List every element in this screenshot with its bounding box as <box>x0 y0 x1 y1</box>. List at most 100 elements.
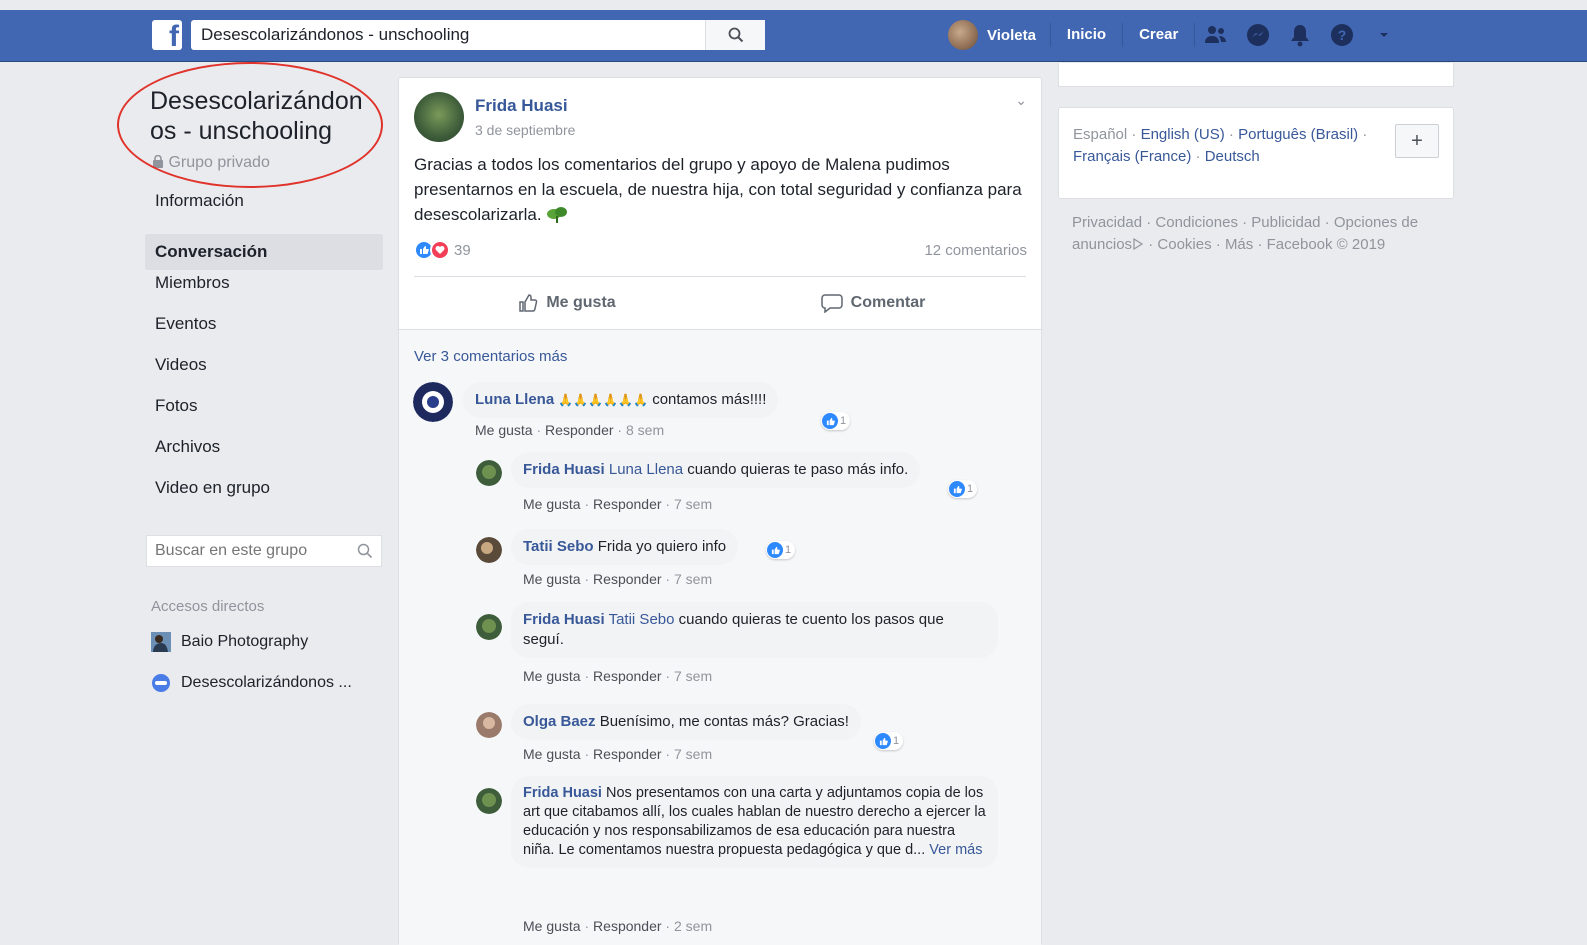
more-languages-plus-button[interactable]: + <box>1395 124 1439 158</box>
nav-item-miembros[interactable]: Miembros <box>145 273 383 314</box>
footer-link-terms[interactable]: Condiciones <box>1155 214 1238 231</box>
comment-meta: Me gusta · Responder · 7 sem <box>523 668 713 684</box>
comment-text: Buenísimo, me contas más? Gracias! <box>599 713 849 730</box>
comment-like-link[interactable]: Me gusta <box>523 496 581 512</box>
notifications-bell-icon[interactable] <box>1287 22 1313 48</box>
comment-like-link[interactable]: Me gusta <box>523 918 581 934</box>
post-card: Frida Huasi 3 de septiembre ⌄ Gracias a … <box>398 77 1042 945</box>
language-option[interactable]: Português (Brasil) <box>1238 126 1358 143</box>
global-search <box>191 20 765 50</box>
post-options-chevron-down-icon[interactable]: ⌄ <box>1015 92 1027 109</box>
commenter-avatar[interactable] <box>476 460 502 486</box>
comment-reply-link[interactable]: Responder <box>545 422 614 438</box>
comment-author[interactable]: Tatii Sebo <box>523 538 594 555</box>
comment-reply-link[interactable]: Responder <box>593 496 662 512</box>
commenter-avatar[interactable] <box>476 788 502 814</box>
comment-bubble: Olga Baez Buenísimo, me contas más? Grac… <box>511 704 861 740</box>
mentioned-user[interactable]: Luna Llena <box>609 461 683 478</box>
friend-requests-icon[interactable] <box>1203 22 1229 48</box>
svg-text:?: ? <box>1338 27 1347 43</box>
comment-like-link[interactable]: Me gusta <box>523 668 581 684</box>
comment-reply-link[interactable]: Responder <box>593 571 662 587</box>
post-date[interactable]: 3 de septiembre <box>475 122 575 138</box>
comment-count[interactable]: 12 comentarios <box>924 242 1027 259</box>
comment-time[interactable]: 7 sem <box>674 496 712 512</box>
comment-like-count[interactable]: 1 <box>766 541 796 559</box>
search-input[interactable] <box>191 20 701 50</box>
search-button[interactable] <box>705 20 765 50</box>
comment-bubble: Frida Huasi Nos presentamos con una cart… <box>511 776 998 868</box>
reaction-summary[interactable]: 39 <box>414 240 471 260</box>
messenger-icon[interactable] <box>1245 22 1271 48</box>
comment-meta: Me gusta · Responder · 7 sem <box>523 746 713 762</box>
language-option[interactable]: English (US) <box>1141 126 1225 143</box>
commenter-avatar[interactable] <box>413 382 453 422</box>
profile-link[interactable]: Violeta <box>948 20 1051 50</box>
comment-time[interactable]: 7 sem <box>674 571 712 587</box>
comment-meta: Me gusta · Responder · 7 sem <box>523 571 713 587</box>
nav-item-videos[interactable]: Videos <box>145 355 383 396</box>
highlight-circle-annotation <box>117 62 383 188</box>
shortcut-baio-photography[interactable]: Baio Photography <box>151 632 308 652</box>
comment-like-count[interactable]: 1 <box>948 480 978 498</box>
comment-author[interactable]: Luna Llena <box>475 391 554 408</box>
commenter-avatar[interactable] <box>476 537 502 563</box>
comment-author[interactable]: Frida Huasi <box>523 785 602 801</box>
see-more-link[interactable]: Ver más <box>929 842 982 858</box>
footer-link-privacy[interactable]: Privacidad <box>1072 214 1142 231</box>
account-menu-chevron-down-icon[interactable] <box>1371 22 1397 48</box>
footer-link-more[interactable]: Más <box>1225 236 1253 253</box>
comment-like-link[interactable]: Me gusta <box>475 422 533 438</box>
comment-text: cuando quieras te paso más info. <box>687 461 909 478</box>
create-link[interactable]: Crear <box>1123 23 1196 47</box>
nav-item-fotos[interactable]: Fotos <box>145 396 383 437</box>
footer-link-ads[interactable]: Publicidad <box>1251 214 1320 231</box>
footer-link-cookies[interactable]: Cookies <box>1157 236 1211 253</box>
facebook-logo-icon[interactable]: f <box>152 20 182 53</box>
language-list: Español · English (US) · Português (Bras… <box>1073 126 1368 165</box>
language-option[interactable]: Français (France) <box>1073 148 1191 165</box>
nav-item-archivos[interactable]: Archivos <box>145 437 383 478</box>
comment-author[interactable]: Frida Huasi <box>523 611 605 628</box>
comment-like-count[interactable]: 1 <box>874 732 904 750</box>
comment-time[interactable]: 2 sem <box>674 918 712 934</box>
post-author[interactable]: Frida Huasi <box>475 96 568 116</box>
home-link[interactable]: Inicio <box>1051 23 1124 47</box>
commenter-avatar[interactable] <box>476 614 502 640</box>
post-text: Gracias a todos los comentarios del grup… <box>414 152 1034 227</box>
comment-reply-link[interactable]: Responder <box>593 918 662 934</box>
view-more-comments-link[interactable]: Ver 3 comentarios más <box>414 348 567 365</box>
nav-item-informacion[interactable]: Información <box>145 191 383 232</box>
comment-author[interactable]: Frida Huasi <box>523 461 605 478</box>
shortcut-desescolarizandonos[interactable]: Desescolarizándonos ... <box>151 673 352 693</box>
footer-links: Privacidad · Condiciones · Publicidad · … <box>1072 214 1419 253</box>
commenter-avatar[interactable] <box>476 712 502 738</box>
like-reaction-icon <box>822 413 838 429</box>
group-search-input[interactable] <box>147 536 347 566</box>
logo-letter: f <box>169 20 179 53</box>
comment-time[interactable]: 8 sem <box>626 422 664 438</box>
like-count: 1 <box>785 544 792 556</box>
comment-button[interactable]: Comentar <box>720 277 1026 328</box>
comments-section: Ver 3 comentarios más Luna Llena 🙏🙏🙏🙏🙏🙏 … <box>399 329 1041 945</box>
comment-like-count[interactable]: 1 <box>821 412 851 430</box>
language-option[interactable]: Deutsch <box>1205 148 1260 165</box>
comment-time[interactable]: 7 sem <box>674 668 712 684</box>
comment-reply-link[interactable]: Responder <box>593 668 662 684</box>
comment-like-link[interactable]: Me gusta <box>523 571 581 587</box>
help-icon[interactable]: ? <box>1329 22 1355 48</box>
like-count: 1 <box>840 415 847 427</box>
emoji-sequence: 🙏🙏🙏🙏🙏🙏 <box>558 393 649 407</box>
post-actions: Me gusta Comentar <box>414 276 1026 328</box>
search-icon[interactable] <box>357 543 373 559</box>
author-avatar[interactable] <box>414 92 464 142</box>
comment-time[interactable]: 7 sem <box>674 746 712 762</box>
comment-like-link[interactable]: Me gusta <box>523 746 581 762</box>
mentioned-user[interactable]: Tatii Sebo <box>609 611 675 628</box>
like-button[interactable]: Me gusta <box>414 277 720 328</box>
nav-item-video-en-grupo[interactable]: Video en grupo <box>145 478 383 519</box>
comment-reply-link[interactable]: Responder <box>593 746 662 762</box>
nav-item-eventos[interactable]: Eventos <box>145 314 383 355</box>
comment-author[interactable]: Olga Baez <box>523 713 596 730</box>
nav-item-conversacion[interactable]: Conversación <box>145 234 383 270</box>
